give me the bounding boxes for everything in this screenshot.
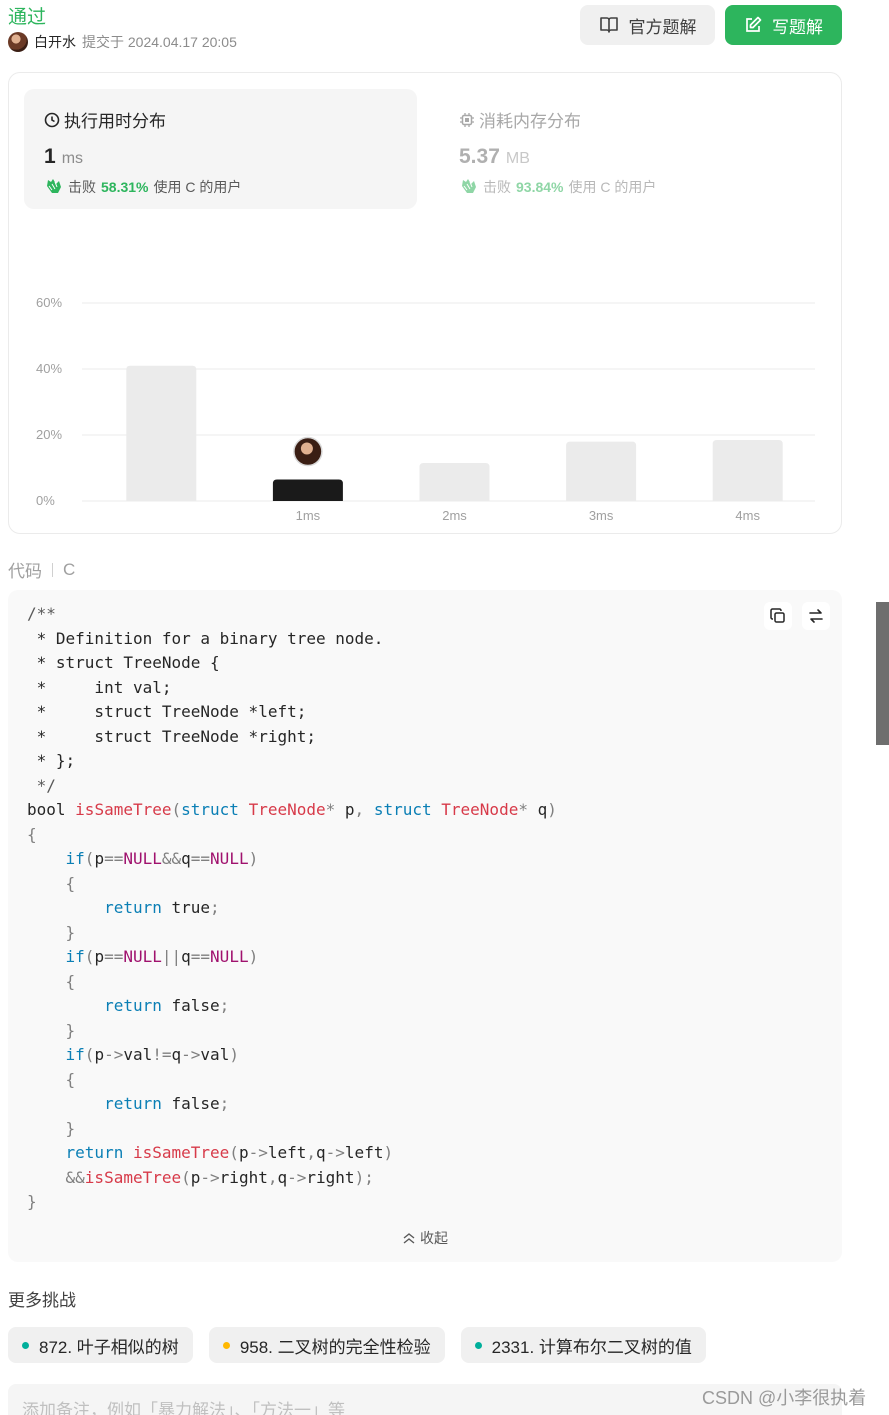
x-tick-label: 2ms: [442, 508, 467, 523]
runtime-beat-prefix: 击败: [68, 179, 96, 195]
scrollbar[interactable]: [876, 602, 889, 745]
edit-icon: [746, 16, 762, 32]
y-tick-label: 60%: [36, 295, 62, 310]
y-tick-label: 40%: [36, 361, 62, 376]
more-challenges-title: 更多挑战: [8, 1291, 76, 1310]
clock-icon: [44, 112, 60, 127]
challenge-chip[interactable]: 958. 二叉树的完全性检验: [208, 1327, 445, 1363]
memory-title: 消耗内存分布: [479, 112, 581, 131]
more-challenges-list: 872. 叶子相似的树 958. 二叉树的完全性检验 2331. 计算布尔二叉树…: [8, 1327, 706, 1363]
user-avatar-face: [300, 442, 313, 455]
submission-meta: 白开水 提交于 2024.04.17 20:05: [8, 32, 237, 52]
code-language: C: [63, 559, 76, 579]
x-tick-label: 4ms: [735, 508, 760, 523]
memory-value: 5.37: [459, 145, 500, 168]
write-solution-label: 写题解: [772, 17, 823, 37]
y-tick-label: 20%: [36, 427, 62, 442]
difficulty-dot: [22, 1341, 29, 1349]
memory-beat-pct: 93.84%: [516, 179, 564, 195]
submission-status: 通过: [8, 7, 47, 28]
note-placeholder: 添加备注，例如「暴力解法」、「方法一」等: [22, 1401, 345, 1415]
submission-time: 提交于 2024.04.17 20:05: [82, 34, 237, 50]
copy-icon: [770, 608, 785, 623]
challenge-label: 958. 二叉树的完全性检验: [239, 1337, 431, 1357]
runtime-distribution-chart[interactable]: 0%20%40%60%1ms2ms3ms4ms1ms2ms3ms4ms: [9, 218, 841, 528]
username[interactable]: 白开水: [34, 32, 76, 52]
runtime-value: 1: [44, 145, 56, 168]
chip-icon: [460, 112, 474, 127]
divider: [52, 562, 53, 577]
challenge-chip[interactable]: 2331. 计算布尔二叉树的值: [460, 1327, 706, 1363]
chevron-up-icon: [403, 1233, 415, 1244]
avatar[interactable]: [8, 32, 28, 52]
code-label: 代码: [8, 562, 42, 581]
x-tick-label: 3ms: [589, 508, 614, 523]
swap-button[interactable]: [802, 602, 830, 630]
memory-tab[interactable]: 消耗内存分布 5.37 MB 击败 93.84% 使用 C 的用户: [439, 89, 832, 209]
clap-icon: [462, 179, 476, 193]
official-solution-label: 官方题解: [628, 17, 697, 37]
difficulty-dot: [222, 1341, 230, 1349]
official-solution-button[interactable]: 官方题解: [580, 5, 715, 45]
performance-card: 执行用时分布 1 ms 击败 58.31% 使用 C 的用户 消耗内存分布 5.…: [8, 72, 842, 534]
challenge-chip[interactable]: 872. 叶子相似的树: [8, 1327, 193, 1363]
collapse-label: 收起: [420, 1230, 448, 1246]
book-icon: [599, 17, 618, 33]
y-tick-label: 0%: [36, 493, 55, 508]
code-section-label: 代码 C: [8, 557, 75, 582]
challenge-label: 2331. 计算布尔二叉树的值: [491, 1337, 692, 1357]
x-tick-label: 1ms: [296, 508, 321, 523]
runtime-beat-suffix: 使用 C 的用户: [153, 179, 242, 195]
copy-button[interactable]: [764, 602, 792, 630]
difficulty-dot: [474, 1341, 482, 1349]
clap-icon: [47, 179, 61, 193]
runtime-tab[interactable]: 执行用时分布 1 ms 击败 58.31% 使用 C 的用户: [24, 89, 417, 209]
bar: [419, 463, 490, 501]
collapse-button[interactable]: 收起: [8, 1228, 842, 1248]
code-content[interactable]: /** * Definition for a binary tree node.…: [27, 602, 557, 1215]
runtime-title: 执行用时分布: [64, 112, 166, 131]
memory-unit: MB: [505, 150, 530, 167]
code-block: /** * Definition for a binary tree node.…: [8, 590, 842, 1262]
write-solution-button[interactable]: 写题解: [725, 5, 842, 45]
challenge-label: 872. 叶子相似的树: [39, 1337, 179, 1357]
runtime-unit: ms: [61, 150, 84, 167]
swap-icon: [809, 609, 823, 623]
runtime-beat-pct: 58.31%: [101, 179, 149, 195]
memory-beat-prefix: 击败: [483, 179, 511, 195]
memory-beat-suffix: 使用 C 的用户: [568, 179, 657, 195]
bar: [272, 479, 343, 501]
watermark: CSDN @小李很执着: [702, 1388, 867, 1408]
bar: [712, 439, 783, 501]
bar: [566, 441, 637, 501]
bar: [126, 365, 197, 501]
